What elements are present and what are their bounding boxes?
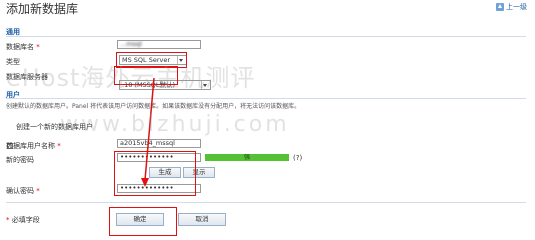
annotation-arrow	[141, 77, 155, 187]
